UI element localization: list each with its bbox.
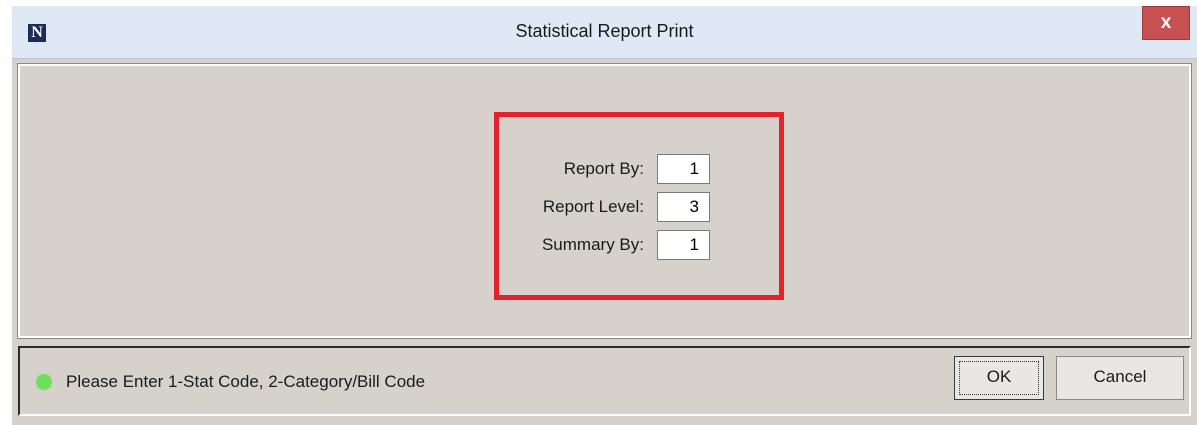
summary-by-label: Summary By: (541, 235, 644, 254)
dialog-window: N Statistical Report Print x Report By: … (12, 6, 1197, 425)
report-by-label: Report By: (563, 159, 644, 178)
report-level-label: Report Level: (542, 197, 644, 216)
field-row-report-level: Report Level: (494, 192, 784, 222)
field-row-report-by: Report By: (494, 154, 784, 184)
summary-by-input[interactable] (657, 230, 710, 260)
cancel-button[interactable]: Cancel (1056, 356, 1184, 400)
status-bar: Please Enter 1-Stat Code, 2-Category/Bil… (18, 346, 1191, 416)
form-panel: Report By: Report Level: Summary By: (17, 63, 1192, 339)
status-message: Please Enter 1-Stat Code, 2-Category/Bil… (66, 372, 426, 391)
report-by-input[interactable] (657, 154, 710, 184)
close-button[interactable]: x (1142, 6, 1190, 40)
status-indicator-icon (36, 374, 52, 390)
title-bar[interactable]: N Statistical Report Print x (12, 6, 1197, 59)
window-title: Statistical Report Print (515, 21, 694, 41)
field-row-summary-by: Summary By: (494, 230, 784, 260)
report-level-input[interactable] (657, 192, 710, 222)
ok-button[interactable]: OK (954, 356, 1044, 400)
